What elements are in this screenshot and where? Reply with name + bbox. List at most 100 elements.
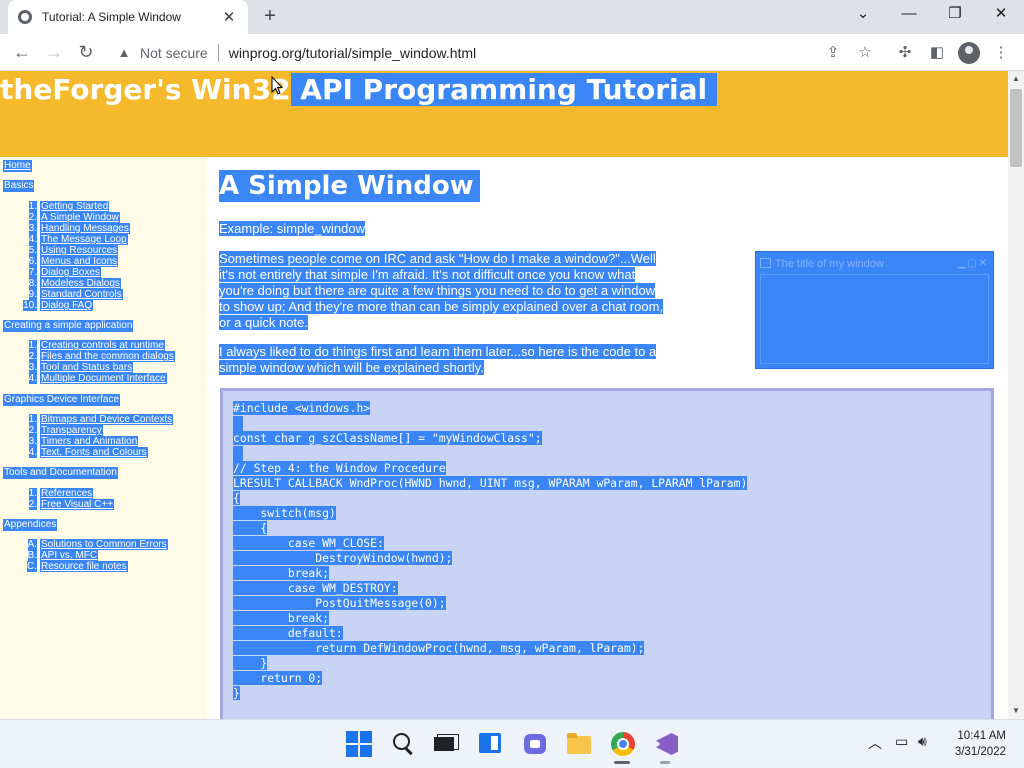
example-link[interactable]: Example: simple_window xyxy=(219,221,365,237)
widgets-icon[interactable] xyxy=(478,731,504,757)
sidebar-item-link[interactable]: Dialog FAQ xyxy=(40,300,94,311)
menu-kebab-icon[interactable]: ⋮ xyxy=(988,40,1014,66)
side-panel-icon[interactable]: ◧ xyxy=(924,40,950,66)
forward-arrow-icon[interactable]: → xyxy=(40,39,68,67)
bookmark-star-icon[interactable]: ☆ xyxy=(852,40,878,66)
system-clock[interactable]: 10:41 AM 3/31/2022 xyxy=(955,728,1006,760)
sidebar-item-link[interactable]: Dialog Boxes xyxy=(40,267,101,278)
visual-studio-icon[interactable] xyxy=(654,731,680,757)
sidebar-item-number-text: 6. xyxy=(28,256,37,267)
sidebar-item[interactable]: 6. Menus and Icons xyxy=(0,256,130,267)
browser-toolbar: ← → ↻ ▲ Not secure winprog.org/tutorial/… xyxy=(0,34,1024,71)
back-arrow-icon[interactable]: ← xyxy=(8,39,36,67)
sidebar-item-link[interactable]: Transparency xyxy=(40,425,103,436)
sidebar-item-link[interactable]: Tool and Status bars xyxy=(40,362,134,373)
sidebar-item[interactable]: C. Resource file notes xyxy=(0,561,168,572)
warning-icon[interactable]: ▲ xyxy=(116,45,132,61)
sidebar-item-link[interactable]: Standard Controls xyxy=(40,289,123,300)
reload-icon[interactable]: ↻ xyxy=(72,39,100,67)
sidebar-item-number-text: C. xyxy=(27,561,37,572)
sidebar-item-link[interactable]: Menus and Icons xyxy=(40,256,119,267)
profile-avatar[interactable] xyxy=(958,42,980,64)
chevron-up-icon[interactable]: ︿ xyxy=(868,733,882,753)
scroll-up-arrow-icon[interactable]: ▲ xyxy=(1008,71,1024,87)
scroll-down-arrow-icon[interactable]: ▼ xyxy=(1008,703,1024,719)
share-icon[interactable]: ⇪ xyxy=(820,40,846,66)
code-text: case WM_CLOSE: xyxy=(233,536,384,550)
sidebar-item-link[interactable]: Handling Messages xyxy=(40,223,130,234)
not-secure-label[interactable]: Not secure xyxy=(140,45,208,61)
sidebar-heading-basics: Basics xyxy=(3,180,35,192)
sidebar-item[interactable]: 5. Using Resources xyxy=(0,245,130,256)
sidebar-item-link[interactable]: API vs. MFC xyxy=(40,550,99,561)
teams-chat-icon[interactable] xyxy=(522,731,548,757)
address-bar[interactable]: ▲ Not secure winprog.org/tutorial/simple… xyxy=(106,38,856,67)
sidebar-item[interactable]: 4. Text, Fonts and Colours xyxy=(0,447,173,458)
sidebar-item[interactable]: 8. Modeless Dialogs xyxy=(0,278,130,289)
sidebar-item-link[interactable]: The Message Loop xyxy=(40,234,128,245)
sidebar-item-link[interactable]: Multiple Document Interface xyxy=(40,373,167,384)
new-tab-button[interactable]: + xyxy=(258,5,282,29)
sidebar-item[interactable]: 3. Timers and Animation xyxy=(0,436,173,447)
sidebar-home-link[interactable]: Home xyxy=(3,160,32,172)
close-tab-icon[interactable]: ✕ xyxy=(220,8,238,26)
sidebar-item[interactable]: 7. Dialog Boxes xyxy=(0,267,130,278)
globe-icon xyxy=(18,10,32,24)
sidebar-item-link[interactable]: Modeless Dialogs xyxy=(40,278,121,289)
search-icon[interactable] xyxy=(390,731,416,757)
browser-tab[interactable]: Tutorial: A Simple Window ✕ xyxy=(8,0,248,34)
sidebar-item-link[interactable]: Timers and Animation xyxy=(40,436,139,447)
sidebar-item-link[interactable]: Free Visual C++ xyxy=(40,499,115,510)
close-window-button[interactable]: ✕ xyxy=(978,0,1024,30)
scroll-thumb[interactable] xyxy=(1010,89,1022,167)
tab-search-icon[interactable]: ⌄ xyxy=(840,0,886,30)
sidebar-item-link[interactable]: Text, Fonts and Colours xyxy=(40,447,148,458)
sidebar-item[interactable]: 10. Dialog FAQ xyxy=(0,300,130,311)
sidebar-item[interactable]: 2. Transparency xyxy=(0,425,173,436)
tab-title: Tutorial: A Simple Window xyxy=(42,10,181,24)
file-explorer-icon[interactable] xyxy=(566,731,592,757)
chrome-icon[interactable] xyxy=(610,731,636,757)
sidebar-item-number: 8. xyxy=(0,278,40,289)
sidebar-item[interactable]: 4. The Message Loop xyxy=(0,234,130,245)
restore-button[interactable]: ❐ xyxy=(932,0,978,30)
sidebar-item[interactable]: 3. Handling Messages xyxy=(0,223,130,234)
sidebar-item-number-text: 4. xyxy=(28,447,37,458)
sidebar-item-number: 3. xyxy=(0,362,40,373)
sidebar-item-link[interactable]: Solutions to Common Errors xyxy=(40,539,168,550)
extensions-icon[interactable]: ✣ xyxy=(892,40,918,66)
sidebar-item-link[interactable]: Files and the common dialogs xyxy=(40,351,175,362)
sidebar-item[interactable]: 1. Bitmaps and Device Contexts xyxy=(0,414,174,425)
sidebar-item[interactable]: 3. Tool and Status bars xyxy=(0,362,175,373)
minimize-button[interactable]: — xyxy=(886,0,932,30)
sidebar-item[interactable]: 4. Multiple Document Interface xyxy=(0,373,175,384)
url-text[interactable]: winprog.org/tutorial/simple_window.html xyxy=(229,45,476,61)
sidebar-item-link[interactable]: Resource file notes xyxy=(40,561,128,572)
sidebar-item[interactable]: 2. A Simple Window xyxy=(0,212,130,223)
code-line: #include <windows.h> xyxy=(233,401,371,416)
code-text: } xyxy=(233,686,240,700)
demo-window-image: The title of my window ▁▢✕ xyxy=(755,251,994,369)
sidebar-item-number-text: 1. xyxy=(28,414,37,425)
sidebar-item[interactable]: 9. Standard Controls xyxy=(0,289,130,300)
sidebar-item[interactable]: 2. Free Visual C++ xyxy=(0,499,115,510)
page-scrollbar[interactable]: ▲ ▼ xyxy=(1008,71,1024,719)
network-icon[interactable]: ▭ xyxy=(895,733,908,750)
sidebar-item-link[interactable]: References xyxy=(40,488,94,499)
sidebar-item-link[interactable]: A Simple Window xyxy=(40,212,120,223)
sidebar-item-link[interactable]: Getting Started xyxy=(40,201,110,212)
sidebar-item[interactable]: A. Solutions to Common Errors xyxy=(0,539,168,550)
active-app-indicator xyxy=(614,761,630,764)
sidebar-item[interactable]: 1. References xyxy=(0,488,114,499)
sidebar-item[interactable]: 1. Creating controls at runtime xyxy=(0,340,175,351)
sidebar-item-link[interactable]: Using Resources xyxy=(40,245,119,256)
start-button[interactable] xyxy=(346,731,372,757)
volume-icon[interactable]: 🔊︎ xyxy=(918,733,927,750)
sidebar-item[interactable]: 2. Files and the common dialogs xyxy=(0,351,175,362)
sidebar-item-link[interactable]: Creating controls at runtime xyxy=(40,340,165,351)
sidebar-item-link[interactable]: Bitmaps and Device Contexts xyxy=(40,414,174,425)
sidebar-item[interactable]: 1. Getting Started xyxy=(0,201,130,212)
sidebar-item[interactable]: B. API vs. MFC xyxy=(0,550,168,561)
example-label[interactable]: Example: simple_window xyxy=(219,221,365,236)
task-view-icon[interactable] xyxy=(432,731,459,757)
